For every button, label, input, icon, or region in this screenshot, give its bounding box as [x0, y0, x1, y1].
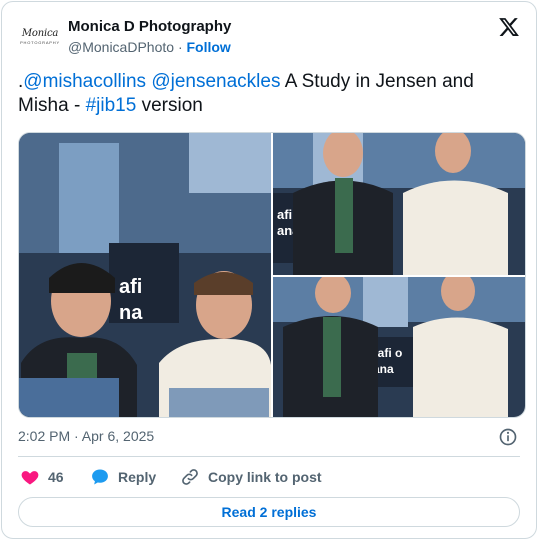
- photo-3[interactable]: rafi o ana: [273, 277, 525, 417]
- reply-label: Reply: [118, 469, 157, 485]
- heart-icon: [21, 471, 39, 485]
- post-header: Monica PHOTOGRAPHY Monica D Photography …: [16, 16, 522, 60]
- photo-2-image: afi ana: [273, 133, 525, 275]
- divider: [18, 456, 520, 457]
- mention-mishacollins[interactable]: @mishacollins: [23, 71, 146, 92]
- avatar[interactable]: Monica PHOTOGRAPHY: [16, 18, 64, 54]
- x-logo-icon[interactable]: [498, 16, 520, 38]
- author-name[interactable]: Monica D Photography: [68, 18, 231, 35]
- photo-2[interactable]: afi ana: [273, 133, 525, 275]
- photo-1-sign-line1: afi: [119, 276, 142, 298]
- mention-jensenackles[interactable]: @jensenackles: [151, 71, 280, 92]
- author-handle-row: @MonicaDPhoto · Follow: [68, 39, 231, 55]
- text-end: version: [136, 95, 203, 116]
- photo-2-sign-line1: afi: [277, 207, 292, 222]
- photo-1[interactable]: afi na: [19, 133, 271, 417]
- follow-button[interactable]: Follow: [187, 39, 231, 55]
- photo-3-image: rafi o ana: [273, 277, 525, 417]
- avatar-logo-text: Monica: [21, 27, 59, 39]
- info-icon[interactable]: [498, 427, 518, 447]
- photo-1-sign-line2: na: [119, 302, 143, 324]
- post-card: Monica PHOTOGRAPHY Monica D Photography …: [1, 1, 537, 539]
- like-button[interactable]: 46: [20, 464, 64, 490]
- action-bar: 46 Reply Copy link to post: [18, 464, 520, 490]
- copy-link-button[interactable]: Copy link to post: [180, 464, 322, 490]
- media-grid: afi na afi ana rafi o ana: [18, 132, 526, 418]
- post-text: .@mishacollins @jensenackles A Study in …: [18, 70, 518, 118]
- reply-bubble-icon: [92, 469, 108, 485]
- photo-1-image: afi na: [19, 133, 271, 417]
- avatar-logo-subtext: PHOTOGRAPHY: [20, 39, 60, 45]
- post-timestamp[interactable]: 2:02 PM · Apr 6, 2025: [18, 428, 154, 444]
- reply-button[interactable]: Reply: [90, 464, 156, 490]
- copy-link-label: Copy link to post: [208, 469, 322, 485]
- link-icon: [182, 469, 198, 485]
- read-replies-button[interactable]: Read 2 replies: [18, 497, 520, 527]
- author-handle[interactable]: @MonicaDPhoto: [68, 39, 174, 55]
- like-count: 46: [48, 469, 64, 485]
- hashtag-jib15[interactable]: #jib15: [86, 95, 137, 116]
- handle-separator: ·: [177, 39, 183, 55]
